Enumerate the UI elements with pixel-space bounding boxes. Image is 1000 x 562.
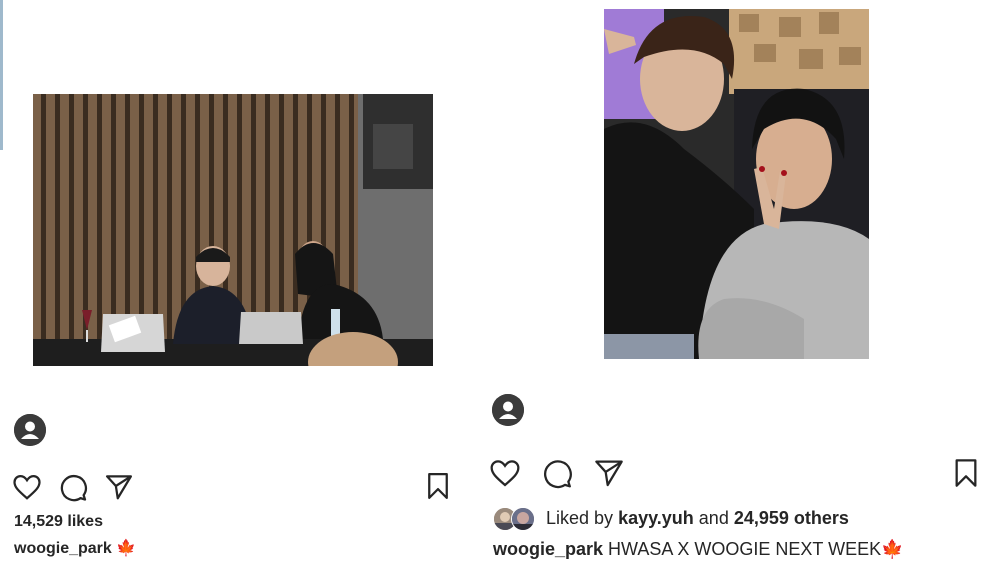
avatar[interactable] — [14, 414, 46, 446]
caption-text: HWASA X WOOGIE NEXT WEEK — [608, 539, 882, 559]
liked-by-user[interactable]: kayy.yuh — [618, 508, 694, 528]
caption: woogie_park HWASA X WOOGIE NEXT WEEK🍁 — [493, 539, 904, 560]
heart-icon[interactable] — [12, 472, 42, 502]
caption: woogie_park 🍁 — [14, 538, 136, 558]
likes-count[interactable]: 14,529 likes — [14, 513, 103, 531]
bookmark-icon[interactable] — [423, 471, 453, 501]
caption-emoji: 🍁 — [881, 539, 904, 559]
post-image-selfie[interactable] — [604, 9, 869, 359]
paper-plane-icon[interactable] — [104, 472, 134, 502]
liked-by-middle: and — [698, 508, 729, 528]
liked-by-prefix: Liked by — [546, 508, 614, 528]
heart-icon[interactable] — [489, 457, 521, 489]
bookmark-icon[interactable] — [950, 457, 982, 489]
liked-by-count[interactable]: 24,959 others — [734, 508, 849, 528]
username[interactable]: woogie_park — [14, 540, 112, 557]
window-edge — [0, 0, 3, 150]
username[interactable]: woogie_park — [493, 539, 603, 559]
comment-icon[interactable] — [541, 457, 573, 489]
liker-avatar — [511, 507, 535, 531]
paper-plane-icon[interactable] — [593, 457, 625, 489]
post-image-studio[interactable] — [33, 94, 433, 366]
liker-avatars[interactable] — [493, 507, 537, 531]
comment-icon[interactable] — [58, 472, 88, 502]
liked-by[interactable]: Liked by kayy.yuh and 24,959 others — [546, 508, 849, 529]
caption-emoji: 🍁 — [116, 540, 137, 557]
avatar[interactable] — [492, 394, 524, 426]
